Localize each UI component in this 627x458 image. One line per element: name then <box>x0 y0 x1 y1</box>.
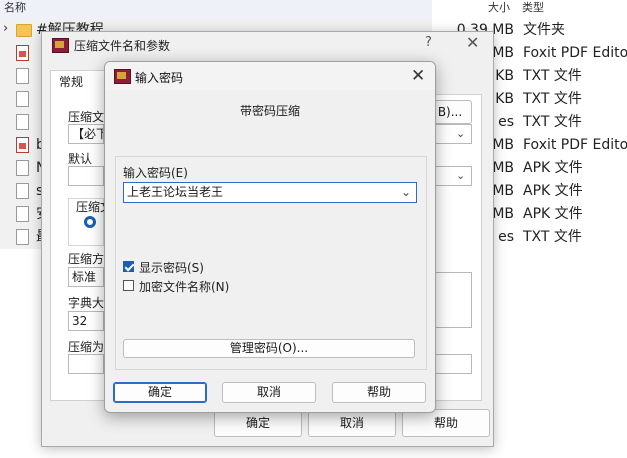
pdf-file-icon <box>16 137 29 153</box>
show-password-label[interactable]: 显示密码(S) <box>139 259 204 276</box>
close-icon[interactable]: ✕ <box>466 33 479 52</box>
ok-button[interactable]: 确定 <box>214 409 302 437</box>
compression-method-select[interactable]: 标准 <box>68 267 104 287</box>
manage-passwords-button[interactable]: 管理密码(O)... <box>123 339 415 358</box>
update-mode-dropdown[interactable]: ⌄ <box>435 166 472 186</box>
file-type: 文件夹 <box>523 22 565 38</box>
chevron-down-icon: ⌄ <box>456 127 466 140</box>
column-header-type[interactable]: 类型 <box>522 0 544 18</box>
split-unit-field[interactable] <box>435 354 472 374</box>
file-type: TXT 文件 <box>523 229 582 245</box>
password-dialog: 输入密码 ✕ 带密码压缩 输入密码(E) 上老王论坛当老王 ⌄ 显示密码(S) … <box>104 61 436 413</box>
encrypt-filenames-checkbox[interactable] <box>123 280 134 291</box>
help-button[interactable]: 帮助 <box>332 382 426 403</box>
dialog-title: 输入密码 <box>135 71 184 85</box>
profile-field[interactable] <box>68 166 104 186</box>
file-type: TXT 文件 <box>523 114 582 130</box>
password-input[interactable]: 上老王论坛当老王 ⌄ <box>123 182 417 203</box>
column-header-size[interactable]: 大小 <box>488 0 510 18</box>
file-type: TXT 文件 <box>523 68 582 84</box>
archive-name-field[interactable]: 【必下 <box>68 124 104 144</box>
dictionary-size-label: 字典大 <box>68 296 104 310</box>
chevron-right-icon[interactable]: › <box>3 21 8 36</box>
pdf-file-icon <box>16 45 29 61</box>
file-type: Foxit PDF Edito <box>523 137 627 153</box>
dialog-header: 带密码压缩 <box>239 104 300 118</box>
file-type: Foxit PDF Edito <box>523 45 627 61</box>
file-type: APK 文件 <box>523 183 583 199</box>
password-value: 上老王论坛当老王 <box>127 185 224 199</box>
dictionary-size-select[interactable]: 32 <box>68 311 104 331</box>
compression-method-label: 压缩方 <box>68 252 104 266</box>
cancel-button[interactable]: 取消 <box>222 382 316 403</box>
password-label: 输入密码(E) <box>123 166 188 180</box>
text-file-icon <box>16 229 29 245</box>
file-icon <box>16 183 29 199</box>
chevron-down-icon: ⌄ <box>456 169 466 182</box>
column-header-name[interactable]: 名称 <box>4 0 26 18</box>
help-icon[interactable]: ? <box>425 35 432 50</box>
encrypt-filenames-label[interactable]: 加密文件名称(N) <box>139 278 229 295</box>
chevron-down-icon[interactable]: ⌄ <box>401 183 411 201</box>
close-icon[interactable]: ✕ <box>411 66 425 86</box>
file-icon <box>16 160 29 176</box>
options-box <box>435 272 472 328</box>
winrar-icon <box>114 69 131 84</box>
text-file-icon <box>16 114 29 130</box>
file-type: APK 文件 <box>523 206 583 222</box>
radio-rar[interactable] <box>84 216 96 228</box>
ok-button[interactable]: 确定 <box>113 382 207 403</box>
file-type: TXT 文件 <box>523 91 582 107</box>
file-type: APK 文件 <box>523 160 583 176</box>
tab-general[interactable]: 常规 <box>50 70 110 95</box>
dialog-title: 压缩文件名和参数 <box>74 39 171 53</box>
default-profile-label: 默认 <box>68 152 93 166</box>
archive-name-dropdown[interactable]: ⌄ <box>435 124 472 144</box>
winrar-icon <box>52 38 69 53</box>
cancel-button[interactable]: 取消 <box>308 409 396 437</box>
archive-format-label: 压缩文 <box>76 200 104 214</box>
text-file-icon <box>16 91 29 107</box>
show-password-checkbox[interactable] <box>123 261 134 272</box>
help-button[interactable]: 帮助 <box>402 409 490 437</box>
split-volume-field[interactable] <box>68 354 104 374</box>
text-file-icon <box>16 68 29 84</box>
archive-name-label: 压缩文 <box>68 110 104 124</box>
folder-icon <box>16 24 32 37</box>
split-volume-label: 压缩为 <box>68 340 104 354</box>
file-icon <box>16 206 29 222</box>
header-band <box>0 0 432 19</box>
